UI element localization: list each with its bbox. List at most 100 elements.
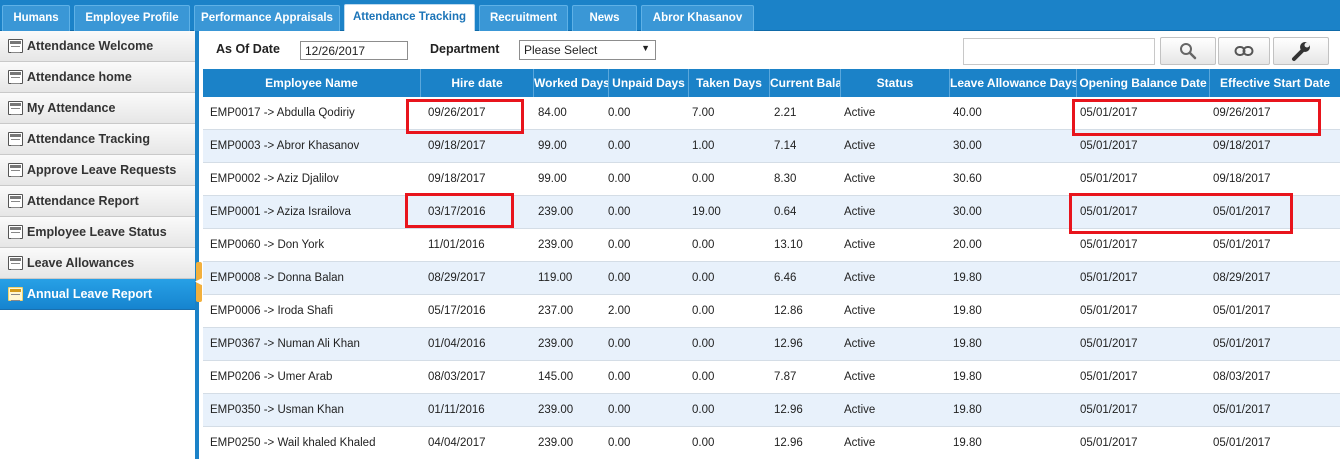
leave-allowance-days-cell: 19.80 [953, 437, 982, 449]
highlight-box [1072, 99, 1321, 136]
sidebar-item-approve-leave-requests[interactable]: Approve Leave Requests [0, 155, 195, 186]
table-row[interactable]: EMP0002 -> Aziz Djalilov 09/18/2017 99.00 0… [203, 163, 1340, 196]
filter-bar: As Of Date Department Please Select ▼ [203, 31, 1340, 69]
current-balance-cell: 0.64 [774, 206, 797, 218]
sidebar-item-label: Attendance Welcome [27, 39, 154, 53]
table-row[interactable]: EMP0367 -> Numan Ali Khan 01/04/2016 239.0… [203, 328, 1340, 361]
chevron-left-icon: ◀ [195, 276, 202, 286]
sidebar-item-attendance-welcome[interactable]: Attendance Welcome [0, 31, 195, 62]
table-row[interactable]: EMP0008 -> Donna Balan 08/29/2017 119.00 0.… [203, 262, 1340, 295]
taken-days-cell: 0.00 [692, 404, 715, 416]
sidebar-item-attendance-home[interactable]: Attendance home [0, 62, 195, 93]
leave-allowance-days-cell: 30.00 [953, 206, 982, 218]
search-button[interactable] [1160, 37, 1216, 65]
tab-humans[interactable]: Humans [2, 5, 70, 31]
department-select[interactable]: Please Select ▼ [519, 40, 656, 60]
employee-name-cell: EMP0350 -> Usman Khan [210, 404, 344, 416]
taken-days-cell: 7.00 [692, 107, 715, 119]
person-list-icon [8, 101, 23, 115]
table-row[interactable]: EMP0250 -> Wail khaled Khaled 04/04/2017 2… [203, 427, 1340, 459]
status-cell: Active [844, 239, 876, 251]
employee-name-cell: EMP0008 -> Donna Balan [210, 272, 344, 284]
hire-date-cell: 01/04/2016 [428, 338, 486, 350]
hire-date-cell: 05/17/2016 [428, 305, 486, 317]
status-cell: Active [844, 305, 876, 317]
current-balance-cell: 7.87 [774, 371, 797, 383]
current-balance-cell: 7.14 [774, 140, 797, 152]
column-header-taken-days[interactable]: Taken Days [689, 69, 770, 97]
opening-balance-date-cell: 05/01/2017 [1080, 272, 1138, 284]
worked-days-cell: 239.00 [538, 437, 574, 449]
effective-start-date-cell: 05/01/2017 [1213, 338, 1271, 350]
employee-name-cell: EMP0001 -> Aziza Israilova [210, 206, 351, 218]
worked-days-cell: 239.00 [538, 239, 574, 251]
grid-header: Employee Name Hire date Worked Days Unpa… [203, 69, 1340, 97]
department-label: Department [430, 42, 500, 56]
employee-name-cell: EMP0002 -> Aziz Djalilov [210, 173, 339, 185]
sidebar-item-my-attendance[interactable]: My Attendance [0, 93, 195, 124]
taken-days-cell: 0.00 [692, 305, 715, 317]
effective-start-date-cell: 05/01/2017 [1213, 437, 1271, 449]
current-balance-cell: 6.46 [774, 272, 797, 284]
status-cell: Active [844, 272, 876, 284]
employee-name-cell: EMP0017 -> Abdulla Qodiriy [210, 107, 355, 119]
sidebar-item-employee-leave-status[interactable]: Employee Leave Status [0, 217, 195, 248]
tab-employee-profile[interactable]: Employee Profile [74, 5, 190, 31]
column-header-hire-date[interactable]: Hire date [421, 69, 534, 97]
current-balance-cell: 8.30 [774, 173, 797, 185]
sidebar-item-label: Attendance home [27, 70, 132, 84]
calendar-icon [8, 287, 23, 301]
column-header-opening-balance-date[interactable]: Opening Balance Date [1077, 69, 1210, 97]
sidebar-item-attendance-report[interactable]: Attendance Report [0, 186, 195, 217]
tab-attendance-tracking[interactable]: Attendance Tracking [344, 4, 475, 31]
effective-start-date-cell: 05/01/2017 [1213, 305, 1271, 317]
column-header-employee-name[interactable]: Employee Name [203, 69, 421, 97]
highlight-box [406, 99, 524, 134]
worked-days-cell: 99.00 [538, 173, 567, 185]
dropdown-arrow-icon: ▼ [641, 43, 650, 53]
tab-user-abror-khasanov[interactable]: Abror Khasanov [641, 5, 754, 31]
unpaid-days-cell: 0.00 [608, 272, 631, 284]
sidebar-item-leave-allowances[interactable]: Leave Allowances [0, 248, 195, 279]
current-balance-cell: 2.21 [774, 107, 797, 119]
sidebar-item-attendance-tracking[interactable]: Attendance Tracking [0, 124, 195, 155]
annual-leave-grid: Employee Name Hire date Worked Days Unpa… [203, 69, 1340, 459]
taken-days-cell: 19.00 [692, 206, 721, 218]
column-header-status[interactable]: Status [841, 69, 950, 97]
status-cell: Active [844, 140, 876, 152]
tab-recruitment[interactable]: Recruitment [479, 5, 568, 31]
taken-days-cell: 0.00 [692, 437, 715, 449]
effective-start-date-cell: 09/18/2017 [1213, 173, 1271, 185]
column-header-leave-allowance-days[interactable]: Leave Allowance Days [950, 69, 1077, 97]
table-row[interactable]: EMP0206 -> Umer Arab 08/03/2017 145.00 0.00… [203, 361, 1340, 394]
status-cell: Active [844, 371, 876, 383]
sidebar-item-label: Approve Leave Requests [27, 163, 177, 177]
reset-button[interactable] [1218, 37, 1270, 65]
column-header-effective-start-date[interactable]: Effective Start Date [1210, 69, 1340, 97]
unpaid-days-cell: 0.00 [608, 437, 631, 449]
settings-button[interactable] [1273, 37, 1329, 65]
opening-balance-date-cell: 05/01/2017 [1080, 437, 1138, 449]
hire-date-cell: 09/18/2017 [428, 173, 486, 185]
worked-days-cell: 99.00 [538, 140, 567, 152]
employee-name-cell: EMP0250 -> Wail khaled Khaled [210, 437, 376, 449]
sidebar-item-annual-leave-report[interactable]: Annual Leave Report [0, 279, 195, 310]
search-input[interactable] [963, 38, 1155, 65]
column-header-current-balance[interactable]: Current Bala [770, 69, 841, 97]
column-header-unpaid-days[interactable]: Unpaid Days [609, 69, 689, 97]
hire-date-cell: 08/29/2017 [428, 272, 486, 284]
as-of-date-label: As Of Date [216, 42, 280, 56]
current-balance-cell: 12.96 [774, 404, 803, 416]
leave-allowance-days-cell: 30.60 [953, 173, 982, 185]
tab-performance-appraisals[interactable]: Performance Appraisals [194, 5, 340, 31]
table-row[interactable]: EMP0350 -> Usman Khan 01/11/2016 239.00 0.0… [203, 394, 1340, 427]
employee-name-cell: EMP0206 -> Umer Arab [210, 371, 333, 383]
tab-news[interactable]: News [572, 5, 637, 31]
as-of-date-input[interactable] [300, 41, 408, 60]
table-row[interactable]: EMP0006 -> Iroda Shafi 05/17/2016 237.00 2.… [203, 295, 1340, 328]
column-header-worked-days[interactable]: Worked Days [534, 69, 609, 97]
sidebar-collapse-handle[interactable]: ◀ [195, 262, 202, 302]
employee-name-cell: EMP0367 -> Numan Ali Khan [210, 338, 360, 350]
sidebar-item-label: Attendance Tracking [27, 132, 150, 146]
current-balance-cell: 12.96 [774, 437, 803, 449]
